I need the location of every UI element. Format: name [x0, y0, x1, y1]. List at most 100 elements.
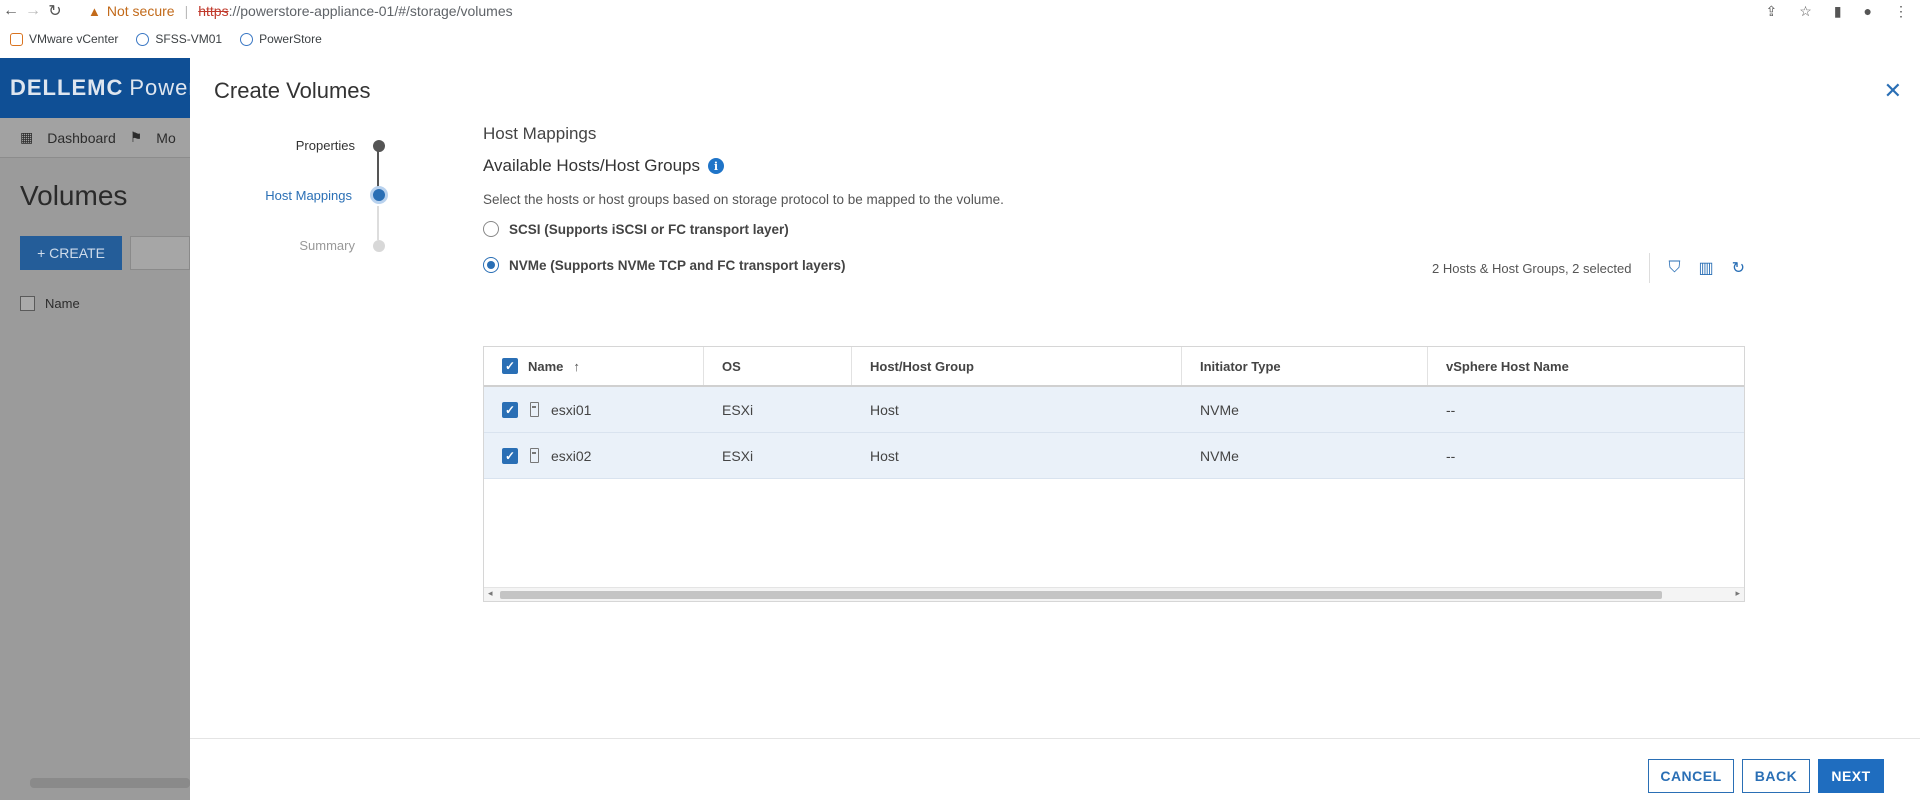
warning-icon: ▲ [88, 3, 101, 19]
nav-dashboard: Dashboard [47, 129, 116, 146]
dialog-title: Create Volumes [214, 78, 371, 103]
forward-arrow-icon[interactable]: → [22, 0, 44, 22]
nav-monitoring: Mo [156, 129, 176, 146]
info-icon[interactable]: i [708, 158, 725, 174]
section-title: Host Mappings [483, 124, 597, 143]
bookmarks-bar: VMware vCenter SFSS-VM01 PowerStore [0, 28, 322, 50]
table-toolbar: 2 Hosts & Host Groups, 2 selected ⛉ ▥ ↻ [483, 250, 1745, 286]
step-label: Properties [295, 138, 355, 153]
host-name: esxi02 [551, 447, 592, 464]
cell-os: ESXi [722, 447, 754, 464]
step-dot [370, 186, 388, 204]
menu-icon[interactable]: ⋮ [1894, 3, 1908, 20]
cell-os: ESXi [722, 401, 754, 418]
share-icon[interactable]: ⇪ [1766, 3, 1778, 20]
cell-type: Host [870, 447, 899, 464]
table-header: ✓ Name ↑ OS Host/Host Group Initiator Ty… [484, 347, 1744, 387]
col-host-group[interactable]: Host/Host Group [852, 347, 1182, 385]
dell-icon [136, 32, 150, 46]
row-checkbox[interactable]: ✓ [502, 401, 518, 418]
scroll-left-icon[interactable]: ◂ [488, 588, 493, 599]
close-icon[interactable]: ✕ [1884, 78, 1902, 104]
bookmark-sfss[interactable]: SFSS-VM01 [136, 32, 222, 46]
col-name-label: Name [528, 358, 564, 374]
select-all-checkbox [20, 296, 35, 311]
columns-icon[interactable]: ▥ [1698, 258, 1713, 278]
flag-icon: ⚑ [129, 129, 143, 145]
cell-vsphere: -- [1446, 447, 1456, 464]
reload-icon[interactable]: ↻ [44, 0, 66, 22]
background-app [0, 58, 190, 800]
refresh-icon[interactable]: ↻ [1732, 258, 1745, 278]
selection-summary: 2 Hosts & Host Groups, 2 selected [1432, 260, 1632, 276]
bookmark-powerstore[interactable]: PowerStore [240, 32, 322, 46]
step-summary[interactable]: Summary [299, 238, 385, 253]
host-icon [530, 448, 539, 463]
filter-icon[interactable]: ⛉ [1668, 259, 1680, 277]
cell-name: ✓ esxi02 [484, 433, 704, 478]
vmware-icon [10, 32, 23, 46]
brand-logo: DELLEMC [10, 75, 124, 100]
subtitle-text: Available Hosts/Host Groups [483, 156, 701, 175]
col-name[interactable]: ✓ Name ↑ [484, 347, 704, 385]
dashboard-icon: ▦ [20, 129, 34, 145]
scsi-radio[interactable] [483, 221, 499, 237]
description: Select the hosts or host groups based on… [483, 192, 1004, 207]
url-scheme: https [198, 3, 229, 19]
back-button[interactable]: BACK [1742, 759, 1810, 793]
app-nav: ▦ Dashboard ⚑ Mo [0, 118, 190, 158]
cell-name: ✓ esxi01 [484, 387, 704, 432]
profile-icon[interactable]: ● [1864, 3, 1872, 20]
column-name: Name [45, 296, 80, 311]
scsi-label: SCSI (Supports iSCSI or FC transport lay… [509, 221, 789, 237]
horizontal-scrollbar[interactable]: ◂ ▸ [484, 587, 1744, 601]
dialog-footer: CANCEL BACK NEXT [190, 738, 1920, 800]
col-os[interactable]: OS [704, 347, 852, 385]
cell-vsphere: -- [1446, 401, 1456, 418]
step-dot [373, 139, 385, 152]
star-icon[interactable]: ☆ [1799, 3, 1812, 20]
bookmark-label: VMware vCenter [29, 32, 119, 46]
scroll-right-icon[interactable]: ▸ [1735, 588, 1740, 599]
select-all-checkbox[interactable]: ✓ [502, 358, 518, 374]
sidepanel-icon[interactable]: ▮ [1834, 3, 1842, 20]
bookmark-vcenter[interactable]: VMware vCenter [10, 32, 118, 46]
cancel-button[interactable]: CANCEL [1648, 759, 1734, 793]
bookmark-label: SFSS-VM01 [155, 32, 223, 46]
create-button: + CREATE [20, 236, 122, 270]
next-button[interactable]: NEXT [1818, 759, 1884, 793]
available-hosts-title: Available Hosts/Host Groups i [483, 156, 1004, 176]
bookmark-label: PowerStore [259, 32, 322, 46]
col-initiator-type[interactable]: Initiator Type [1182, 347, 1428, 385]
scrollbar-thumb[interactable] [500, 591, 1662, 599]
page-title: Volumes [20, 180, 128, 211]
hosts-table: ✓ Name ↑ OS Host/Host Group Initiator Ty… [483, 346, 1745, 602]
step-dot [373, 239, 385, 252]
host-icon [530, 402, 539, 417]
step-label: Host Mappings [265, 187, 352, 203]
step-host-mappings[interactable]: Host Mappings [265, 186, 388, 204]
dell-icon [240, 32, 254, 46]
cell-initiator: NVMe [1200, 401, 1239, 418]
step-properties[interactable]: Properties [296, 138, 385, 153]
host-name: esxi01 [551, 401, 592, 418]
not-secure-label: Not secure [106, 3, 175, 19]
address-bar[interactable]: ▲ Not secure | https://powerstore-applia… [88, 3, 513, 19]
toolbar-divider [1649, 253, 1651, 283]
sort-asc-icon: ↑ [573, 358, 580, 374]
address-separator: | [184, 3, 189, 19]
more-actions-button [130, 236, 190, 270]
table-row[interactable]: ✓ esxi01 ESXi Host NVMe -- [484, 387, 1744, 433]
browser-toolbar: ← → ↻ ▲ Not secure | https://powerstore-… [0, 0, 1920, 22]
row-checkbox[interactable]: ✓ [502, 447, 518, 464]
scrollbar [30, 778, 190, 788]
back-arrow-icon[interactable]: ← [0, 0, 22, 22]
cell-type: Host [870, 401, 899, 418]
col-vsphere-host[interactable]: vSphere Host Name [1428, 347, 1744, 385]
url-path: ://powerstore-appliance-01/#/storage/vol… [228, 3, 513, 19]
table-row[interactable]: ✓ esxi02 ESXi Host NVMe -- [484, 433, 1744, 479]
step-connector [377, 206, 379, 240]
scsi-radio-option[interactable]: SCSI (Supports iSCSI or FC transport lay… [483, 221, 1004, 237]
app-header: DELLEMC Power [0, 58, 196, 118]
column-header: Name [20, 296, 80, 311]
